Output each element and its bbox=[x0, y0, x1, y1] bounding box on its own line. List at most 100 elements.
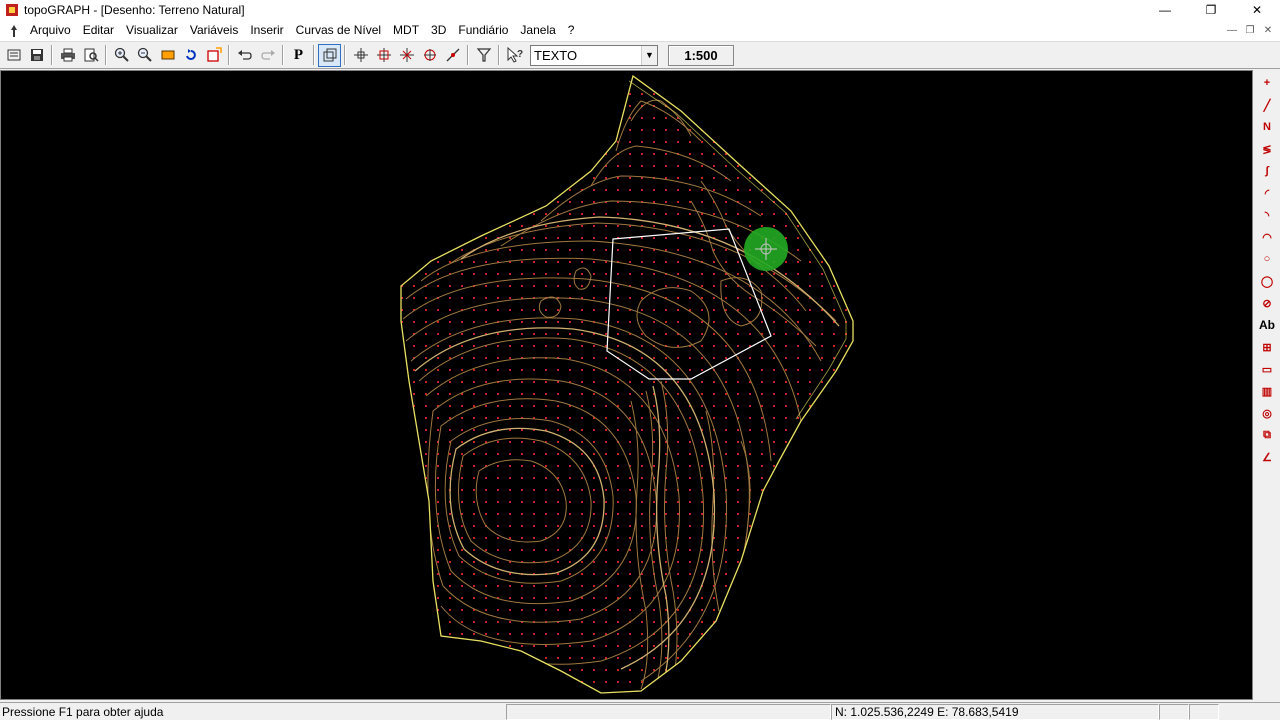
snap-intersection-icon[interactable] bbox=[395, 44, 418, 67]
survey-point bbox=[401, 213, 403, 215]
restore-icon[interactable]: ❐ bbox=[1188, 0, 1234, 20]
survey-point bbox=[857, 609, 859, 611]
help-pointer-icon[interactable]: ? bbox=[503, 44, 526, 67]
circle-2pt-icon[interactable]: ◯ bbox=[1256, 270, 1278, 292]
survey-point bbox=[641, 645, 643, 647]
survey-point bbox=[557, 261, 559, 263]
survey-point bbox=[713, 693, 715, 695]
arc-center-icon[interactable]: ◠ bbox=[1256, 226, 1278, 248]
angle-icon[interactable]: ∠ bbox=[1256, 446, 1278, 468]
drawing-canvas[interactable] bbox=[0, 70, 1253, 700]
menu-arquivo[interactable]: Arquivo bbox=[24, 20, 77, 41]
menu-inserir[interactable]: Inserir bbox=[244, 20, 289, 41]
arc-icon[interactable]: ◜ bbox=[1256, 182, 1278, 204]
zoom-out-icon[interactable] bbox=[133, 44, 156, 67]
list-icon[interactable] bbox=[2, 44, 25, 67]
curve-icon[interactable]: ∫ bbox=[1256, 160, 1278, 182]
doc-close-icon[interactable]: ✕ bbox=[1260, 22, 1276, 38]
menu-janela[interactable]: Janela bbox=[514, 20, 561, 41]
survey-point bbox=[473, 501, 475, 503]
snap-endpoint-icon[interactable] bbox=[349, 44, 372, 67]
block-icon[interactable]: ⊞ bbox=[1256, 336, 1278, 358]
point-icon[interactable]: + bbox=[1256, 72, 1278, 94]
menu-variaveis[interactable]: Variáveis bbox=[184, 20, 244, 41]
chevron-down-icon[interactable]: ▼ bbox=[641, 45, 657, 65]
undo-icon[interactable] bbox=[233, 44, 256, 67]
survey-point bbox=[557, 165, 559, 167]
menu-curvas-de-nivel[interactable]: Curvas de Nível bbox=[290, 20, 387, 41]
zoom-refresh-icon[interactable] bbox=[179, 44, 202, 67]
menu-3d[interactable]: 3D bbox=[425, 20, 452, 41]
survey-point bbox=[797, 177, 799, 179]
survey-point bbox=[557, 93, 559, 95]
hatch-icon[interactable]: ▥ bbox=[1256, 380, 1278, 402]
zoom-extents-icon[interactable] bbox=[202, 44, 225, 67]
arc-3pt-icon[interactable]: ◝ bbox=[1256, 204, 1278, 226]
menu-visualizar[interactable]: Visualizar bbox=[120, 20, 184, 41]
multiline-icon[interactable]: ≶ bbox=[1256, 138, 1278, 160]
snap-center-icon[interactable] bbox=[418, 44, 441, 67]
redo-icon[interactable] bbox=[256, 44, 279, 67]
polyline-icon[interactable]: N bbox=[1256, 116, 1278, 138]
survey-point bbox=[437, 369, 439, 371]
survey-point bbox=[677, 93, 679, 95]
survey-point bbox=[473, 549, 475, 551]
scale-button[interactable]: 1:500 bbox=[668, 44, 734, 66]
close-icon[interactable]: ✕ bbox=[1234, 0, 1280, 20]
survey-point bbox=[533, 669, 535, 671]
survey-point bbox=[677, 597, 679, 599]
menu-mdt[interactable]: MDT bbox=[387, 20, 425, 41]
survey-point bbox=[641, 465, 643, 467]
survey-point bbox=[773, 429, 775, 431]
minimize-icon[interactable]: — bbox=[1142, 0, 1188, 20]
survey-point bbox=[521, 681, 523, 683]
survey-point bbox=[797, 237, 799, 239]
snap-midpoint-icon[interactable] bbox=[372, 44, 395, 67]
survey-point bbox=[605, 357, 607, 359]
topographic-drawing[interactable] bbox=[1, 71, 1252, 699]
properties-p-icon[interactable]: P bbox=[287, 44, 310, 67]
insert-image-icon[interactable]: ⧉ bbox=[1256, 424, 1278, 446]
print-icon[interactable] bbox=[56, 44, 79, 67]
zoom-window-icon[interactable] bbox=[156, 44, 179, 67]
survey-point bbox=[401, 681, 403, 683]
circle-radius-icon[interactable]: ⊘ bbox=[1256, 292, 1278, 314]
survey-point bbox=[581, 105, 583, 107]
menu-editar[interactable]: Editar bbox=[77, 20, 120, 41]
zoom-in-icon[interactable] bbox=[110, 44, 133, 67]
spiral-icon[interactable]: ◎ bbox=[1256, 402, 1278, 424]
survey-point bbox=[689, 573, 691, 575]
survey-point bbox=[689, 105, 691, 107]
survey-point bbox=[761, 453, 763, 455]
survey-point bbox=[773, 117, 775, 119]
survey-point bbox=[485, 537, 487, 539]
filter-icon[interactable] bbox=[472, 44, 495, 67]
survey-point bbox=[581, 669, 583, 671]
rectangle-icon[interactable]: ▭ bbox=[1256, 358, 1278, 380]
survey-point bbox=[821, 177, 823, 179]
save-icon[interactable] bbox=[25, 44, 48, 67]
survey-point bbox=[485, 669, 487, 671]
print-preview-icon[interactable] bbox=[79, 44, 102, 67]
survey-point bbox=[497, 93, 499, 95]
survey-point bbox=[833, 657, 835, 659]
line-icon[interactable]: ╱ bbox=[1256, 94, 1278, 116]
document-system-icon[interactable] bbox=[4, 21, 24, 41]
survey-point bbox=[461, 261, 463, 263]
survey-point bbox=[821, 369, 823, 371]
doc-minimize-icon[interactable]: — bbox=[1224, 22, 1240, 38]
survey-point bbox=[485, 561, 487, 563]
menu-help[interactable]: ? bbox=[562, 20, 581, 41]
survey-point bbox=[833, 429, 835, 431]
doc-restore-icon[interactable]: ❐ bbox=[1242, 22, 1258, 38]
survey-point bbox=[557, 405, 559, 407]
survey-point bbox=[809, 549, 811, 551]
circle-icon[interactable]: ○ bbox=[1256, 248, 1278, 270]
survey-point bbox=[749, 129, 751, 131]
text-icon[interactable]: Ab bbox=[1256, 314, 1278, 336]
menu-fundiario[interactable]: Fundiário bbox=[452, 20, 514, 41]
survey-point bbox=[569, 525, 571, 527]
snap-nearest-icon[interactable] bbox=[441, 44, 464, 67]
text-style-select[interactable]: TEXTO ▼ bbox=[530, 44, 658, 66]
select-icon[interactable] bbox=[318, 43, 341, 67]
